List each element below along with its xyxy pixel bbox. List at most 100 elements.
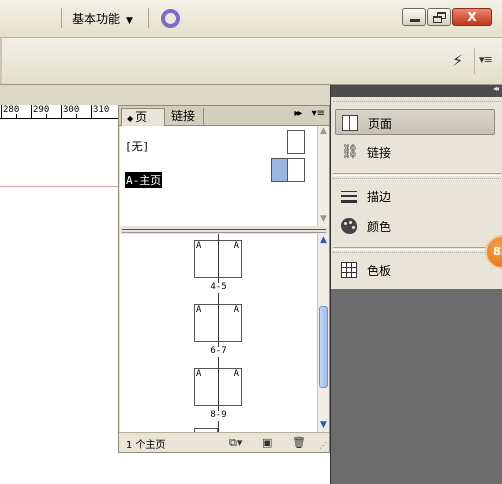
swatches-icon bbox=[341, 262, 357, 278]
master-pages-list: [无] A-主页 bbox=[120, 126, 317, 226]
ruler-label: 310 bbox=[93, 105, 110, 115]
dock-item-label: 链接 bbox=[367, 146, 392, 160]
spread-spine bbox=[218, 299, 219, 347]
close-button[interactable]: X bbox=[452, 8, 492, 26]
master-prefix: A bbox=[233, 241, 239, 251]
close-icon: X bbox=[467, 10, 477, 24]
pages-icon bbox=[342, 115, 358, 131]
dock-item-swatches[interactable]: 色板 bbox=[335, 257, 495, 283]
tab-expand-icon: ◆ bbox=[127, 114, 134, 123]
spread-spine bbox=[218, 363, 219, 411]
dock-item-stroke[interactable]: 描边 bbox=[335, 183, 495, 209]
collapse-dock-icon[interactable]: ◂◂ bbox=[493, 84, 499, 93]
master-prefix: A bbox=[233, 369, 239, 379]
ruler-tick bbox=[76, 114, 77, 118]
ruler-tick bbox=[31, 105, 32, 118]
control-menu-icon[interactable]: ▾≡ bbox=[479, 53, 493, 66]
panel-dock: ◂◂ 页面 ⛓ 链接 描边 颜色 色板 bbox=[330, 84, 502, 484]
scroll-up-icon[interactable]: ▲ bbox=[318, 235, 329, 246]
master-a-left-page bbox=[272, 159, 288, 181]
dock-separator bbox=[333, 247, 501, 250]
dock-separator bbox=[333, 173, 501, 176]
tab-links[interactable]: 链接 bbox=[166, 108, 204, 126]
dock-grip[interactable] bbox=[333, 252, 501, 256]
pages-scrollbar[interactable]: ▲ ▼ bbox=[317, 234, 329, 434]
dock-item-label: 描边 bbox=[367, 190, 392, 204]
panel-section-divider[interactable] bbox=[122, 229, 326, 233]
master-scrollbar[interactable]: ▲ ▼ bbox=[317, 126, 329, 226]
bridge-ring-icon[interactable] bbox=[161, 9, 180, 28]
dock-header: ◂◂ bbox=[331, 84, 502, 97]
master-item-none[interactable]: [无] bbox=[125, 138, 149, 154]
application-title-bar: 基本功能 ▼ X bbox=[0, 0, 502, 38]
panel-expand-icon[interactable]: ▸▸ bbox=[294, 108, 302, 119]
restore-button[interactable] bbox=[427, 8, 451, 26]
document-pages-list: A A 4-5 A A 6-7 A A 8-9 bbox=[120, 234, 317, 432]
new-page-icon[interactable]: ▣ bbox=[262, 436, 272, 449]
spread-spine bbox=[218, 235, 219, 283]
spread-4-5[interactable]: A A bbox=[194, 235, 242, 283]
master-a-thumbnail[interactable] bbox=[271, 158, 305, 182]
ruler-tick bbox=[91, 105, 92, 118]
minimize-button[interactable] bbox=[402, 8, 426, 26]
title-separator bbox=[61, 8, 62, 28]
master-item-a[interactable]: A-主页 bbox=[125, 172, 163, 188]
workspace-switcher[interactable]: 基本功能 ▼ bbox=[72, 10, 133, 27]
margin-guide bbox=[0, 186, 120, 187]
ruler-tick bbox=[61, 105, 62, 118]
spread-label: 4-5 bbox=[210, 282, 227, 292]
master-none-thumbnail[interactable] bbox=[287, 130, 305, 154]
ruler-tick bbox=[1, 105, 2, 118]
restore-icon-back bbox=[433, 16, 442, 23]
scroll-up-icon[interactable]: ▲ bbox=[318, 126, 329, 137]
master-prefix: A bbox=[196, 305, 202, 315]
page-count-label: 1 个主页 bbox=[126, 440, 166, 451]
tab-links-label: 链接 bbox=[171, 109, 196, 123]
master-prefix: A bbox=[196, 241, 202, 251]
delete-page-icon[interactable]: 🗑 bbox=[292, 436, 306, 449]
control-separator bbox=[474, 48, 475, 74]
stroke-icon bbox=[341, 188, 357, 204]
spread-label: 6-7 bbox=[210, 346, 227, 356]
lightning-icon[interactable]: ⚡ bbox=[452, 51, 463, 70]
panel-tab-row: ◆页面 链接 ▸▸ ▾≡ bbox=[119, 106, 329, 142]
dock-panel-list: 页面 ⛓ 链接 描边 颜色 色板 bbox=[331, 97, 502, 289]
dock-item-label: 颜色 bbox=[367, 220, 392, 234]
pages-panel: ◆页面 链接 ▸▸ ▾≡ [无] A-主页 ▲ ▼ A A 4-5 A A bbox=[118, 105, 330, 453]
master-prefix: A bbox=[233, 305, 239, 315]
dock-item-pages[interactable]: 页面 bbox=[335, 109, 495, 135]
spread-6-7[interactable]: A A bbox=[194, 299, 242, 347]
chevron-down-icon: ▼ bbox=[126, 16, 133, 26]
scroll-thumb[interactable] bbox=[319, 306, 328, 388]
panel-menu-icon[interactable]: ▾≡ bbox=[312, 108, 325, 119]
dock-grip[interactable] bbox=[333, 101, 501, 105]
spread-8-9[interactable]: A A bbox=[194, 363, 242, 411]
master-prefix: A bbox=[196, 369, 202, 379]
color-icon bbox=[341, 218, 357, 234]
spread-connector bbox=[218, 421, 219, 432]
dock-item-label: 页面 bbox=[368, 117, 393, 131]
resize-grip-icon[interactable]: ⋰ bbox=[319, 441, 327, 450]
dock-grip[interactable] bbox=[333, 178, 501, 182]
tab-pages[interactable]: ◆页面 bbox=[121, 108, 165, 142]
title-separator bbox=[148, 8, 149, 28]
scroll-down-icon[interactable]: ▼ bbox=[318, 420, 329, 431]
spread-label: 8-9 bbox=[210, 410, 227, 420]
ruler-strip bbox=[0, 85, 330, 105]
ruler-tick bbox=[46, 114, 47, 118]
workspace-label: 基本功能 bbox=[72, 12, 121, 26]
panel-controls: ▸▸ ▾≡ bbox=[294, 108, 325, 119]
dock-item-color[interactable]: 颜色 bbox=[335, 213, 495, 239]
pages-panel-footer: 1 个主页 ⧉▾ ▣ 🗑 ⋰ bbox=[119, 432, 329, 452]
ruler-tick bbox=[16, 114, 17, 118]
scroll-down-icon[interactable]: ▼ bbox=[318, 214, 329, 225]
control-bar-edge bbox=[0, 38, 2, 84]
links-icon: ⛓ bbox=[341, 144, 359, 160]
dock-item-links[interactable]: ⛓ 链接 bbox=[335, 139, 495, 165]
horizontal-ruler[interactable]: 280 290 300 310 bbox=[0, 105, 120, 119]
dock-item-label: 色板 bbox=[367, 264, 392, 278]
edit-page-size-icon[interactable]: ⧉▾ bbox=[229, 436, 242, 450]
control-bar: ⚡ ▾≡ bbox=[0, 38, 502, 85]
window-controls: X bbox=[402, 8, 492, 28]
minimize-icon bbox=[410, 19, 420, 22]
